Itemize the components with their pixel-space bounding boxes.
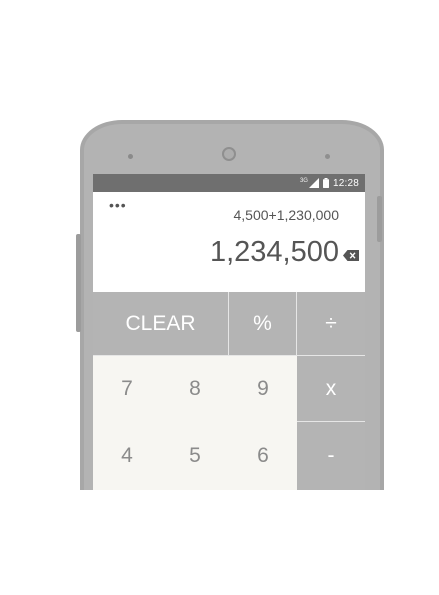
status-time: 12:28 <box>332 177 359 189</box>
volume-button <box>76 234 81 332</box>
multiply-button[interactable]: x <box>297 356 365 422</box>
front-camera <box>222 147 236 161</box>
backspace-icon[interactable] <box>343 248 359 266</box>
digit-8-button[interactable]: 8 <box>161 356 229 422</box>
battery-icon <box>322 178 329 188</box>
network-type: 3G <box>299 177 308 184</box>
percent-button[interactable]: % <box>229 292 297 356</box>
divide-button[interactable]: ÷ <box>297 292 365 356</box>
expression-text: 4,500+1,230,000 <box>233 207 340 223</box>
speaker-dot <box>128 154 133 159</box>
more-horiz-icon[interactable]: ••• <box>109 198 127 212</box>
digit-5-button[interactable]: 5 <box>161 422 229 490</box>
digit-6-button[interactable]: 6 <box>229 422 297 490</box>
signal-icon <box>308 178 319 188</box>
digit-4-button[interactable]: 4 <box>93 422 161 490</box>
result-text: 1,234,500 <box>209 236 339 268</box>
phone-screen: 3G 12:28 ••• 4,500+1,230,000 1,234,500 C… <box>93 174 365 490</box>
subtract-button[interactable]: - <box>297 422 365 490</box>
digit-7-button[interactable]: 7 <box>93 356 161 422</box>
calculator-display: ••• 4,500+1,230,000 1,234,500 <box>93 192 365 292</box>
clear-button[interactable]: CLEAR <box>93 292 229 356</box>
digit-9-button[interactable]: 9 <box>229 356 297 422</box>
keypad: CLEAR % ÷ 7 8 9 x 4 5 6 - <box>93 292 365 490</box>
sensor-dot <box>325 154 330 159</box>
power-button <box>377 196 382 242</box>
status-bar: 3G 12:28 <box>93 174 365 192</box>
